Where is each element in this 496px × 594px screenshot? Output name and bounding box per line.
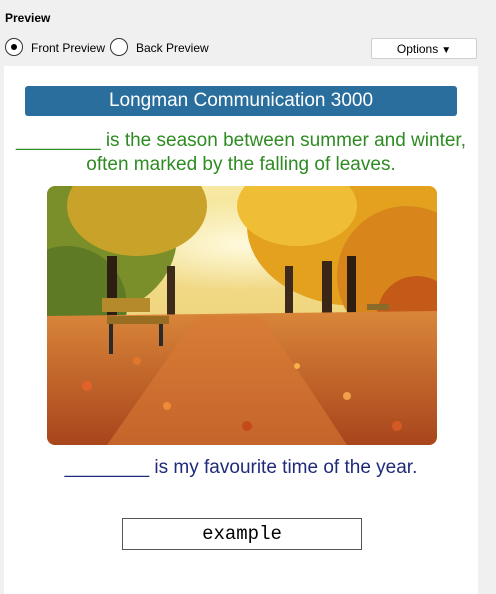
front-preview-radio[interactable] xyxy=(5,38,23,56)
options-button[interactable]: Options ▼ xyxy=(371,38,477,59)
cloze-sentence-2: ________ is my favourite time of the yea… xyxy=(64,457,418,478)
answer-field[interactable]: example xyxy=(122,518,362,550)
caret-down-icon: ▼ xyxy=(441,45,452,56)
back-preview-label[interactable]: Back Preview xyxy=(136,41,209,55)
front-preview-label[interactable]: Front Preview xyxy=(31,41,105,55)
cloze-sentence-1: ________ is the season between summer an… xyxy=(16,130,466,175)
options-label: Options xyxy=(396,42,439,56)
deck-banner: Longman Communication 3000 xyxy=(25,86,457,116)
autumn-park-photo xyxy=(47,186,437,445)
card-preview: Longman Communication 3000 ________ is t… xyxy=(4,66,478,594)
panel-title: Preview xyxy=(5,11,51,25)
back-preview-radio[interactable] xyxy=(110,38,128,56)
